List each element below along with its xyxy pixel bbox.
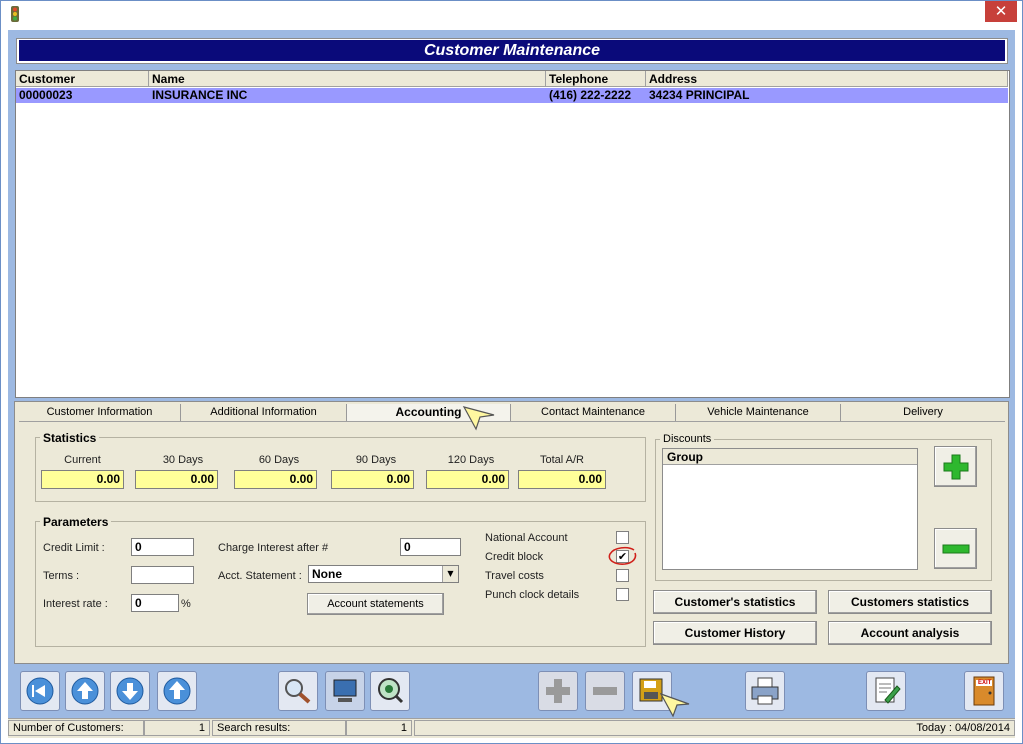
stat-30-days-value: 0.00 [135, 470, 218, 489]
next-record-icon [116, 677, 144, 705]
customer-grid[interactable] [15, 70, 1010, 398]
tab-additional-information[interactable]: Additional Information [181, 404, 347, 421]
customer-history-button[interactable]: Customer History [653, 621, 817, 645]
stat-label-120-days: 120 Days [447, 454, 495, 466]
customers-statistics-single-button[interactable]: Customer's statistics [653, 590, 817, 614]
terms-label: Terms : [43, 570, 80, 582]
add-discount-button[interactable] [934, 446, 977, 487]
edit-document-button[interactable] [866, 671, 906, 711]
tab-vehicle-maintenance[interactable]: Vehicle Maintenance [676, 404, 841, 421]
column-header-address[interactable]: Address [646, 71, 1008, 87]
pointer-arrow-icon [462, 406, 495, 431]
punch-clock-checkbox[interactable] [616, 588, 629, 601]
customers-statistics-button[interactable]: Customers statistics [828, 590, 992, 614]
chevron-down-icon[interactable]: ▼ [442, 566, 458, 582]
charge-interest-field[interactable]: 0 [400, 538, 461, 556]
remove-button[interactable] [585, 671, 625, 711]
page-title: Customer Maintenance [19, 40, 1005, 61]
exit-icon [973, 676, 995, 706]
today-date: Today : 04/08/2014 [414, 720, 1015, 736]
cell-telephone: (416) 222-2222 [549, 88, 632, 102]
stat-label-current: Current [64, 454, 101, 466]
tab-delivery[interactable]: Delivery [841, 404, 1005, 421]
search-icon [285, 679, 311, 704]
tab-contact-maintenance[interactable]: Contact Maintenance [511, 404, 676, 421]
next-record-button[interactable] [110, 671, 150, 711]
view-icon [378, 678, 404, 704]
print-button[interactable] [745, 671, 785, 711]
exit-label: EXIT [978, 680, 992, 686]
interest-rate-field[interactable]: 0 [131, 594, 179, 612]
discounts-list[interactable] [662, 448, 918, 570]
stat-total-ar-value: 0.00 [518, 470, 606, 489]
screen-icon [333, 679, 357, 702]
cell-name: INSURANCE INC [152, 88, 248, 102]
cell-address: 34234 PRINCIPAL [649, 88, 750, 102]
travel-costs-checkbox[interactable] [616, 569, 629, 582]
terms-field[interactable] [131, 566, 194, 584]
stat-label-60-days: 60 Days [258, 454, 300, 466]
credit-limit-field[interactable]: 0 [131, 538, 194, 556]
previous-record-button[interactable] [65, 671, 105, 711]
tab-divider [19, 421, 1005, 422]
save-pointer-arrow-icon [659, 692, 690, 718]
parameters-title: Parameters [40, 515, 112, 529]
last-record-button[interactable] [157, 671, 197, 711]
edit-document-icon [875, 677, 901, 704]
credit-block-label: Credit block [485, 551, 544, 563]
stat-label-90-days: 90 Days [355, 454, 397, 466]
stat-label-total-ar: Total A/R [539, 454, 585, 466]
minus-icon [942, 544, 969, 554]
column-header-telephone[interactable]: Telephone [546, 71, 646, 87]
add-icon [546, 679, 570, 703]
stat-90-days-value: 0.00 [331, 470, 414, 489]
stat-label-30-days: 30 Days [162, 454, 204, 466]
charge-interest-label: Charge Interest after # [218, 542, 329, 554]
remove-icon [593, 687, 617, 695]
customers-count-label: Number of Customers: [8, 720, 144, 736]
stat-120-days-value: 0.00 [426, 470, 509, 489]
screen-button[interactable] [325, 671, 365, 711]
percent-label: % [181, 598, 191, 610]
stat-current-value: 0.00 [41, 470, 124, 489]
discounts-group-header[interactable]: Group [663, 449, 917, 465]
first-record-icon [26, 677, 54, 705]
acct-statement-label: Acct. Statement : [218, 570, 302, 582]
tab-customer-information[interactable]: Customer Information [19, 404, 181, 421]
print-icon [751, 677, 779, 705]
cell-customer: 00000023 [19, 88, 73, 102]
first-record-button[interactable] [20, 671, 60, 711]
plus-icon [943, 454, 968, 480]
view-button[interactable] [370, 671, 410, 711]
last-record-icon [163, 677, 191, 705]
search-button[interactable] [278, 671, 318, 711]
title-bar [1, 1, 1022, 28]
travel-costs-label: Travel costs [485, 570, 544, 582]
acct-statement-value: None [312, 567, 342, 581]
interest-rate-label: Interest rate : [43, 598, 108, 610]
discounts-title: Discounts [660, 433, 715, 445]
traffic-light-icon [11, 6, 19, 22]
remove-discount-button[interactable] [934, 528, 977, 569]
customers-count-value: 1 [144, 720, 210, 736]
exit-button[interactable]: EXIT [964, 671, 1004, 711]
acct-statement-select[interactable]: None [308, 565, 459, 583]
account-statements-button[interactable]: Account statements [307, 593, 444, 615]
column-header-name[interactable]: Name [149, 71, 546, 87]
search-results-value: 1 [346, 720, 412, 736]
credit-limit-label: Credit Limit : [43, 542, 105, 554]
stat-60-days-value: 0.00 [234, 470, 317, 489]
column-header-customer[interactable]: Customer [16, 71, 149, 87]
national-account-label: National Account [485, 532, 568, 544]
punch-clock-label: Punch clock details [485, 589, 580, 601]
add-button[interactable] [538, 671, 578, 711]
national-account-checkbox[interactable] [616, 531, 629, 544]
close-button[interactable]: ✕ [985, 1, 1017, 22]
highlight-circle-icon [608, 546, 637, 565]
previous-record-icon [71, 677, 99, 705]
account-analysis-button[interactable]: Account analysis [828, 621, 992, 645]
search-results-label: Search results: [212, 720, 346, 736]
statistics-title: Statistics [40, 431, 100, 445]
